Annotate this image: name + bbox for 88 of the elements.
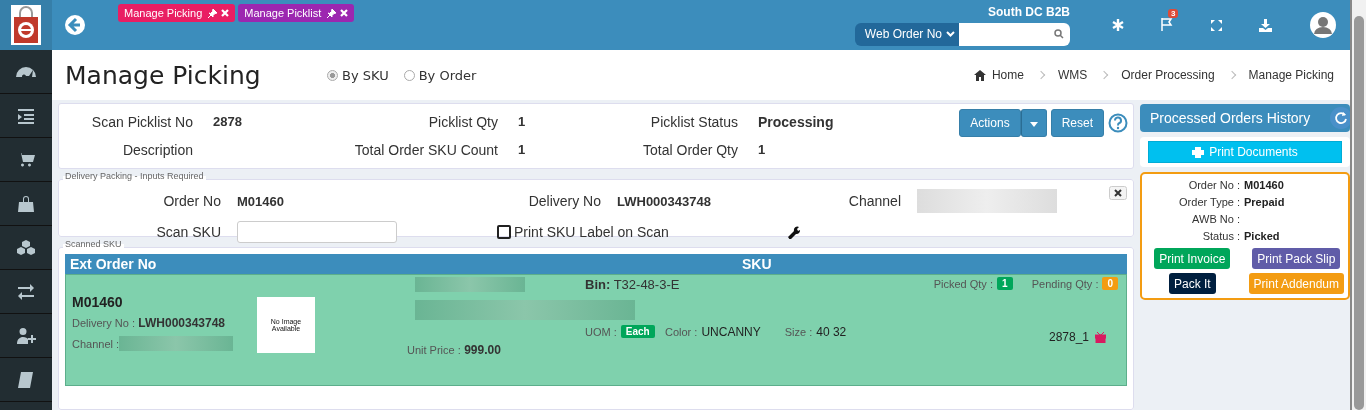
field-value: 40 32 <box>816 325 847 339</box>
field-value: UNCANNY <box>701 325 761 339</box>
home-icon <box>973 69 986 81</box>
field-value: 1 <box>518 142 526 158</box>
reference-text: 2878_1 <box>1048 330 1089 344</box>
field-value: Processing <box>758 114 834 130</box>
field-value: 1 <box>758 142 766 158</box>
field-value: Prepaid <box>1244 195 1285 208</box>
print-action-button[interactable]: Print Invoice <box>1154 248 1231 269</box>
field-label: Delivery No <box>527 193 602 209</box>
field-label: UOM : <box>585 325 617 338</box>
field-label: Order No <box>162 193 222 209</box>
field-value: 999.00 <box>464 343 501 357</box>
field-value: LWH000343748 <box>617 193 712 209</box>
page-title: Manage Picking <box>65 60 262 90</box>
field-label: Channel <box>847 193 902 209</box>
field-label: Total Order Qty <box>642 142 738 158</box>
print-action-button[interactable]: Pack It <box>1168 273 1216 294</box>
section-legend: Scanned SKU <box>63 239 124 249</box>
field-label: Order No : <box>1187 178 1241 191</box>
breadcrumb-link[interactable]: WMS <box>1057 68 1088 82</box>
field-label: Scan Picklist No <box>90 114 193 130</box>
field-value: 1 <box>518 114 526 130</box>
uom-tag: Each <box>620 325 655 338</box>
breadcrumb-link[interactable]: Manage Picking <box>1248 68 1334 82</box>
field-label: Delivery No : <box>72 317 135 329</box>
scan-sku-field[interactable] <box>237 221 397 243</box>
column-header: Ext Order No <box>69 256 158 272</box>
field-label: Channel : <box>72 337 120 350</box>
wrench-icon[interactable] <box>787 225 801 239</box>
caret-icon <box>1029 122 1038 127</box>
field-label: AWB No : <box>1191 212 1241 225</box>
gift-icon[interactable] <box>1095 331 1106 343</box>
close-icon[interactable] <box>1109 186 1127 200</box>
field-value: LWH000343748 <box>138 316 226 330</box>
logo-icon <box>0 0 52 50</box>
field-label: Picklist Status <box>649 114 738 130</box>
breadcrumb-link[interactable]: Order Processing <box>1121 68 1215 82</box>
field-label: Total Order SKU Count <box>353 142 498 158</box>
exchange-icon <box>16 281 36 302</box>
field-label: Pending Qty : <box>1031 277 1099 290</box>
pending-count: 0 <box>1102 277 1118 290</box>
field-label: Order Type : <box>1178 195 1241 208</box>
actions-button[interactable]: Actions <box>959 109 1021 137</box>
print-label-checkbox[interactable]: Print SKU Label on Scan <box>497 224 767 240</box>
print-action-button[interactable]: Print Pack Slip <box>1252 248 1341 269</box>
field-value: M01460 <box>1244 178 1284 191</box>
field-label: Description <box>121 142 193 158</box>
flag-icon[interactable] <box>1160 16 1174 31</box>
help-icon[interactable] <box>1108 113 1128 133</box>
picked-count: 1 <box>996 277 1013 290</box>
pin-icon[interactable] <box>327 8 337 18</box>
field-value: Picked <box>1244 229 1280 242</box>
order-number: M01460 <box>72 294 124 310</box>
field-label: Scan SKU <box>155 224 222 240</box>
search-icon <box>1054 29 1064 39</box>
field-value: M01460 <box>237 193 285 209</box>
caret-button[interactable] <box>1020 109 1047 137</box>
panel-title: Processed Orders History <box>1150 110 1311 126</box>
avatar-icon[interactable] <box>1310 12 1336 38</box>
field-value: 2878 <box>213 114 242 130</box>
breadcrumb-link[interactable]: Home <box>991 68 1024 82</box>
notification-count: 3 <box>1168 8 1179 18</box>
cubes-icon <box>16 237 36 258</box>
section-legend: Delivery Packing - Inputs Required <box>63 171 206 181</box>
location-label: South DC B2B <box>988 4 1070 19</box>
reset-button[interactable]: Reset <box>1050 109 1104 137</box>
bin-location: Bin: T32-48-3-E <box>585 277 680 292</box>
field-label: Picked Qty : <box>933 277 993 290</box>
fullscreen-icon[interactable] <box>1210 18 1223 32</box>
mode-radio[interactable]: By SKU <box>327 67 389 83</box>
page-tab[interactable]: Manage Picklist <box>238 4 355 22</box>
pin-icon[interactable] <box>208 8 218 18</box>
download-icon[interactable] <box>1259 18 1272 32</box>
field-label: Unit Price : <box>407 344 461 356</box>
mode-radio[interactable]: By Order <box>403 67 477 83</box>
field-label: Picklist Qty <box>427 114 498 130</box>
field-label: Status : <box>1201 229 1241 242</box>
asterisk-icon[interactable] <box>1112 19 1124 31</box>
dashboard-icon <box>16 66 36 77</box>
field-label: Color : <box>665 326 698 338</box>
chevron-icon <box>946 31 955 37</box>
bag-icon <box>16 193 36 214</box>
scrollbar[interactable] <box>1350 0 1366 410</box>
user-plus-icon <box>16 325 36 346</box>
page-tab[interactable]: Manage Picking <box>118 4 236 22</box>
field-label: Size : <box>784 326 813 338</box>
column-header: SKU <box>742 256 772 272</box>
